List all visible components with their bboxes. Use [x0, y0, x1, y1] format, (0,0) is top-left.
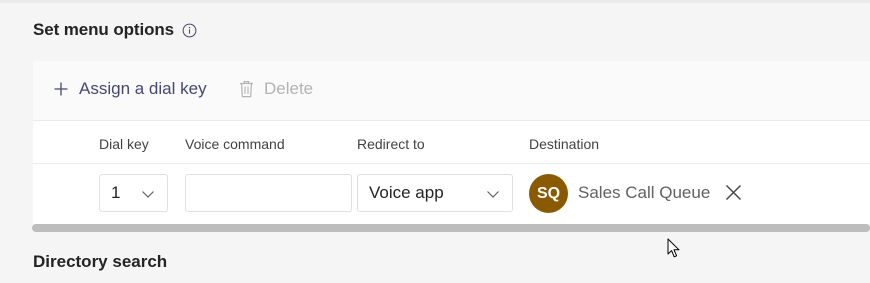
trash-icon [240, 81, 253, 98]
close-icon[interactable] [724, 183, 743, 202]
horizontal-scrollbar[interactable] [32, 224, 870, 233]
destination-avatar: SQ [529, 174, 568, 213]
column-header-redirect-to: Redirect to [357, 136, 425, 152]
redirect-to-dropdown[interactable]: Voice app [357, 174, 513, 212]
redirect-to-value: Voice app [369, 183, 444, 202]
info-icon[interactable] [182, 23, 197, 38]
destination-name: Sales Call Queue [578, 183, 711, 202]
menu-options-card: Assign a dial key Delete Dial key Voice … [33, 61, 870, 232]
chevron-down-icon [142, 191, 154, 198]
plus-icon [54, 82, 68, 96]
assign-dial-key-button[interactable]: Assign a dial key [53, 79, 207, 99]
dial-key-dropdown[interactable]: 1 [99, 174, 168, 212]
dial-key-value: 1 [111, 183, 121, 202]
top-divider [0, 0, 870, 3]
column-header-dial-key: Dial key [99, 136, 149, 152]
scrollbar-thumb[interactable] [32, 224, 870, 232]
section-title: Set menu options [33, 20, 175, 39]
set-menu-options-heading: Set menu options [33, 20, 197, 40]
mouse-pointer-icon [667, 238, 680, 258]
column-header-destination: Destination [529, 136, 600, 152]
table-header [33, 121, 870, 164]
directory-search-heading: Directory search [33, 252, 168, 271]
chevron-down-icon [487, 191, 499, 198]
assign-dial-key-label: Assign a dial key [79, 79, 207, 98]
voice-command-input[interactable] [185, 174, 352, 212]
delete-button[interactable]: Delete [239, 79, 313, 99]
menu-options-toolbar: Assign a dial key Delete [33, 61, 870, 121]
delete-label: Delete [264, 79, 314, 98]
column-header-voice-command: Voice command [185, 136, 285, 152]
